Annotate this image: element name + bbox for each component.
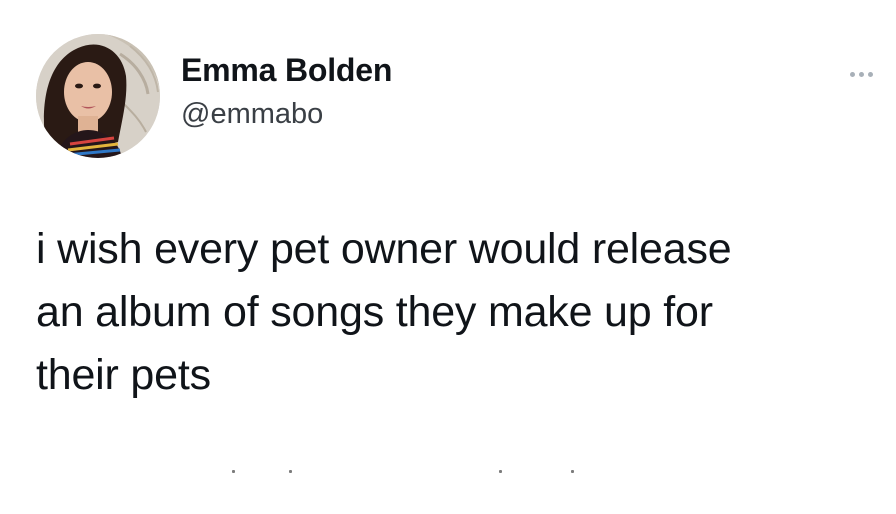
- tweet-text: i wish every pet owner would release an …: [36, 225, 732, 399]
- more-options-button[interactable]: [842, 64, 880, 84]
- more-horizontal-icon: [868, 72, 873, 77]
- user-handle[interactable]: @emmabo: [181, 98, 323, 131]
- scan-artifact-dot: [289, 470, 292, 473]
- display-name[interactable]: Emma Bolden: [181, 52, 392, 89]
- scan-artifact-dot: [571, 470, 574, 473]
- avatar[interactable]: [36, 34, 160, 158]
- more-horizontal-icon: [859, 72, 864, 77]
- tweet-card: Emma Bolden @emmabo i wish every pet own…: [0, 0, 896, 514]
- scan-artifact-dot: [499, 470, 502, 473]
- scan-artifact-dot: [232, 470, 235, 473]
- more-horizontal-icon: [850, 72, 855, 77]
- profile-photo-icon: [36, 34, 160, 158]
